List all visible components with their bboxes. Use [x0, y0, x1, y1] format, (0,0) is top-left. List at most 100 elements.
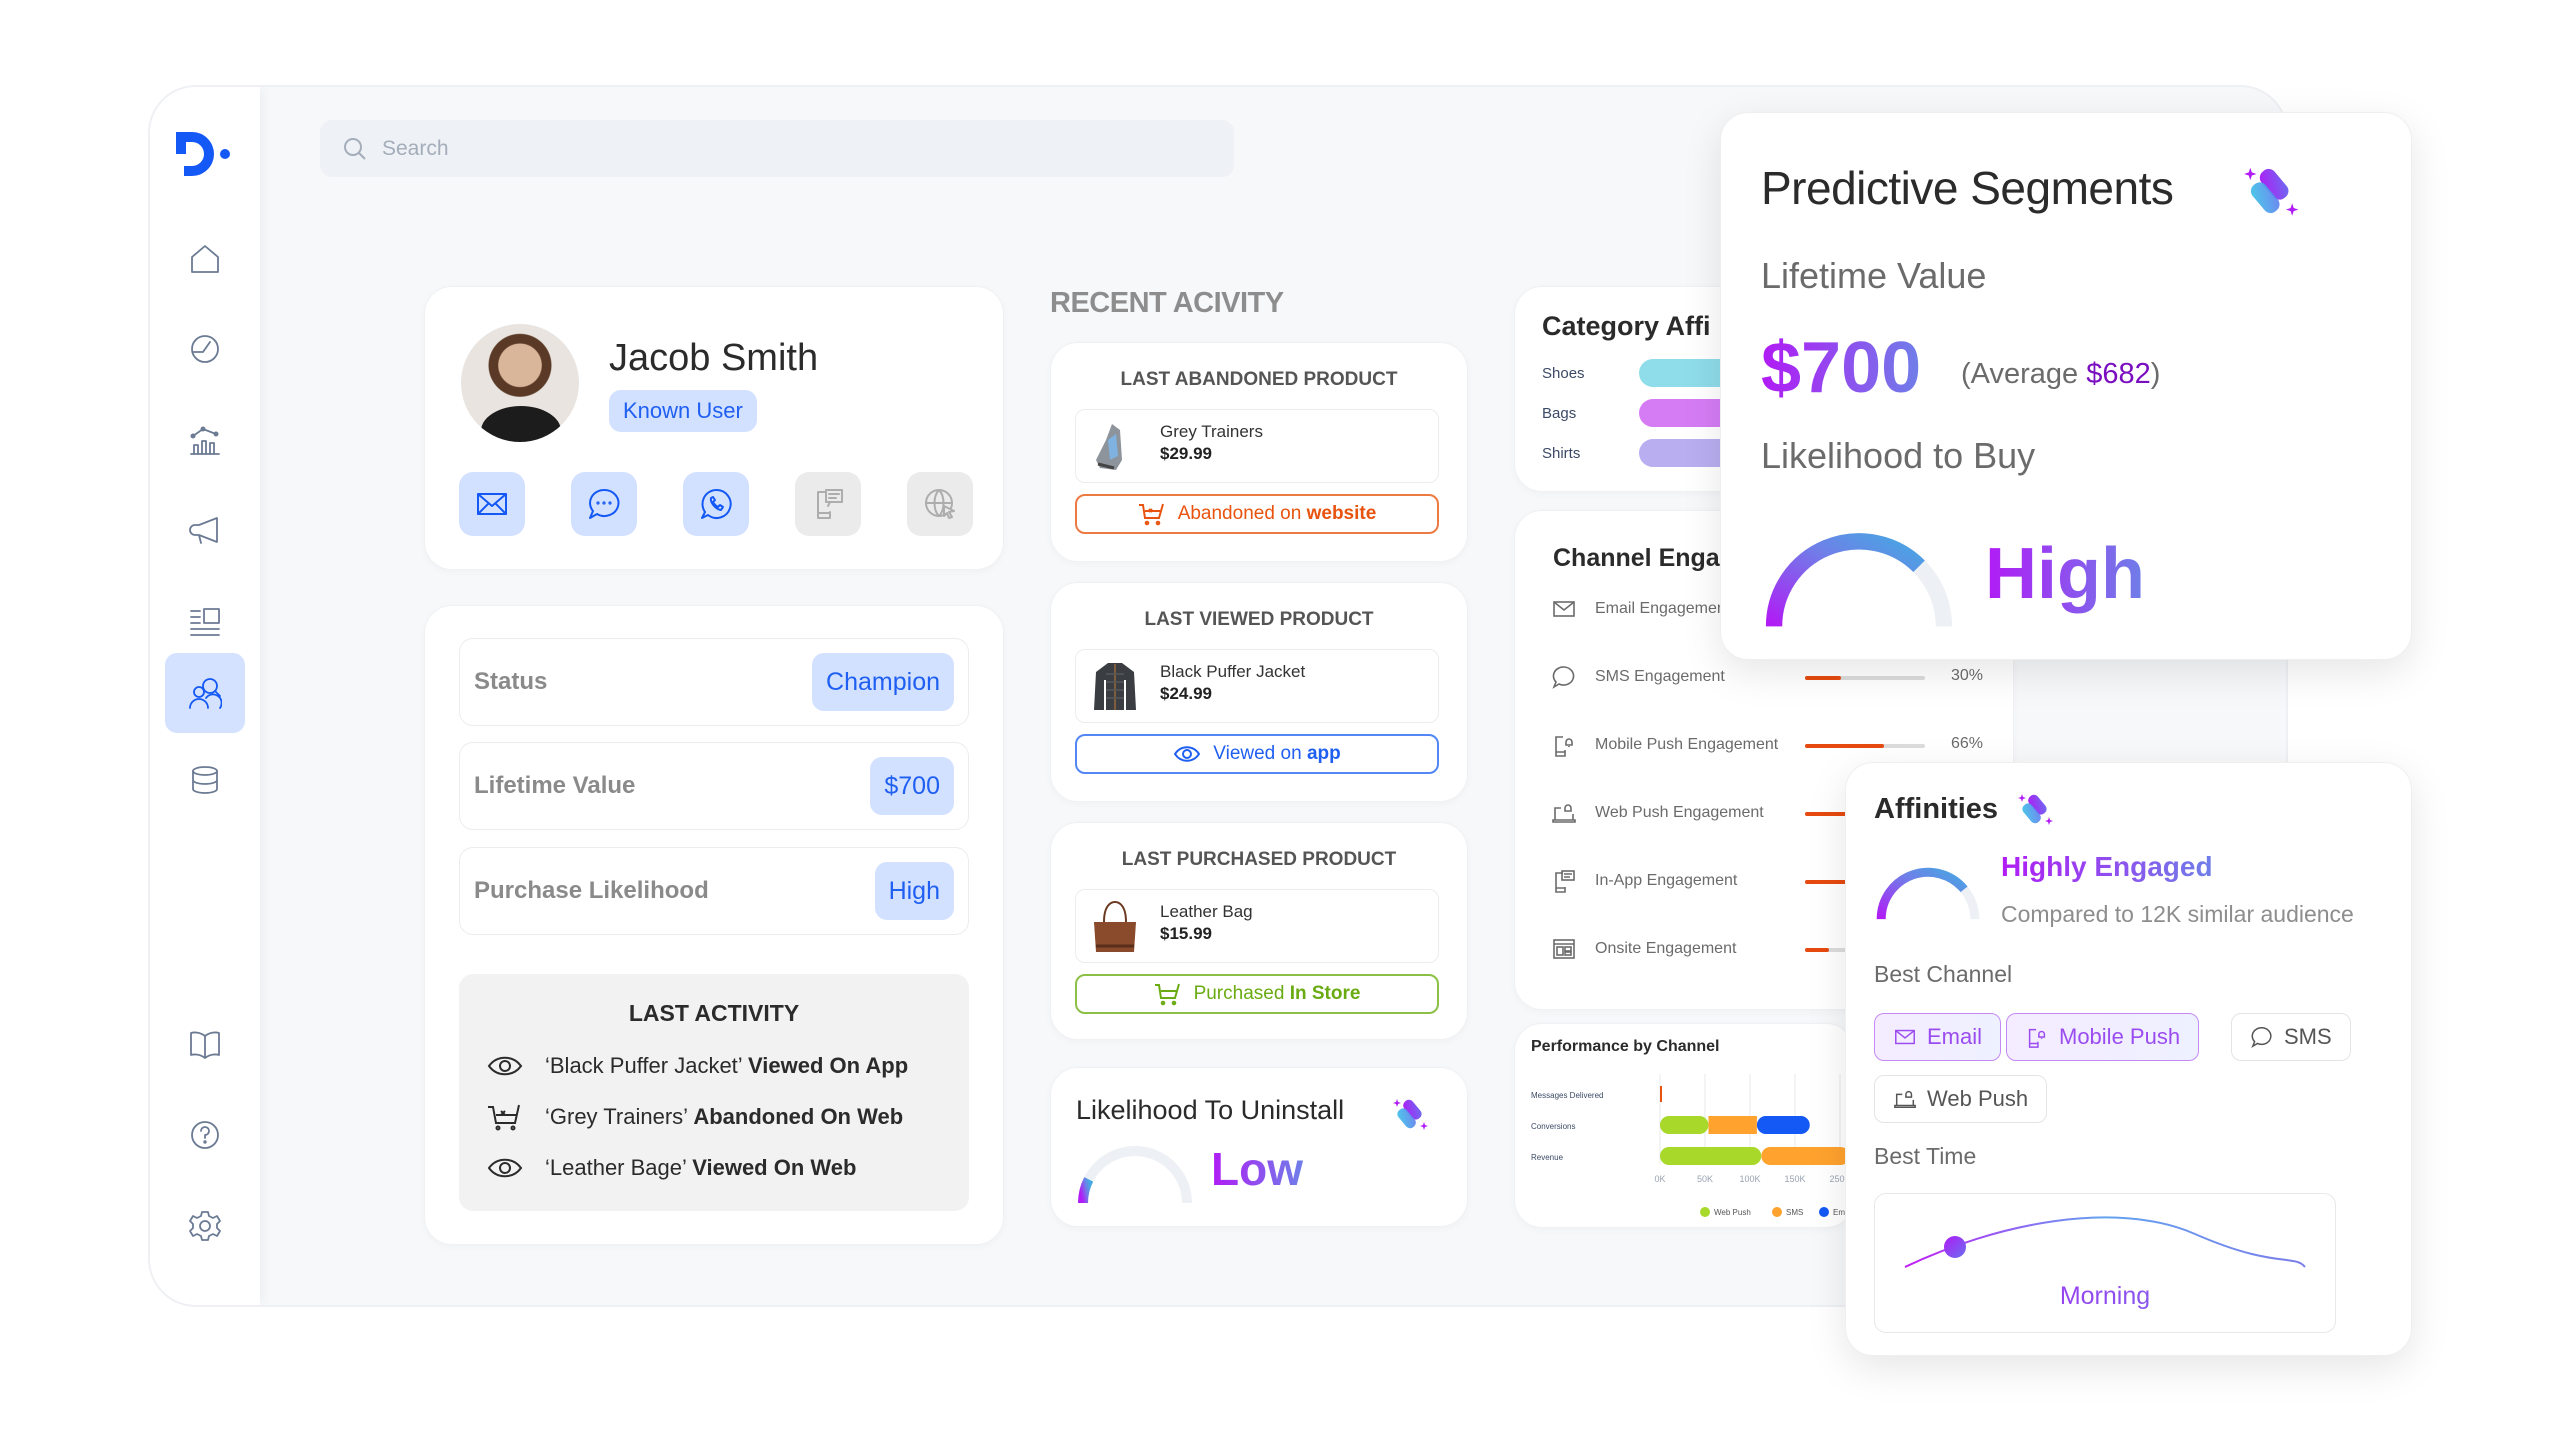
- sidebar-item-dashboard[interactable]: [165, 309, 245, 389]
- engagement-row: Mobile Push Engagement: [1551, 732, 1778, 758]
- sidebar-item-data[interactable]: [165, 740, 245, 820]
- sidebar-item-analytics[interactable]: [165, 400, 245, 480]
- sidebar-item-docs[interactable]: [165, 1005, 245, 1085]
- activity-item-name: ‘Black Puffer Jacket’: [545, 1053, 742, 1078]
- card-title: Channel Engag: [1553, 544, 1735, 572]
- engagement-row: Onsite Engagement: [1551, 936, 1736, 962]
- ai-sparkle-icon: [2241, 163, 2303, 224]
- tag-strong: app: [1306, 743, 1341, 764]
- category-label: Conversions: [1531, 1122, 1575, 1131]
- best-channel-chip[interactable]: Mobile Push: [2006, 1013, 2200, 1061]
- recent-activity-title: RECENT ACIVITY: [1050, 287, 1284, 319]
- logo-icon: [176, 132, 230, 176]
- best-time-marker[interactable]: [1944, 1236, 1966, 1258]
- product-row[interactable]: Leather Bag $15.99: [1075, 889, 1439, 963]
- in-app-icon: [1555, 870, 1575, 893]
- engagement-label: Email Engagemer: [1595, 600, 1723, 617]
- profile-card: Jacob Smith Known User: [424, 286, 1004, 570]
- best-channel-chip[interactable]: Web Push: [1874, 1075, 2048, 1123]
- legend-label: Web Push: [1714, 1208, 1751, 1217]
- summary-row-lifetime-value: Lifetime Value $700: [459, 742, 969, 830]
- best-channel-chip[interactable]: SMS: [2231, 1013, 2351, 1061]
- channel-sms-button[interactable]: [571, 472, 637, 536]
- search-icon: [344, 137, 366, 160]
- sidebar-item-help[interactable]: [165, 1095, 245, 1175]
- panel-title: Predictive Segments: [1761, 162, 2174, 214]
- bar-segment: [1660, 1086, 1662, 1102]
- x-tick-label: 150K: [1784, 1174, 1805, 1184]
- app-logo[interactable]: [174, 130, 234, 178]
- bar-segment: [1660, 1116, 1709, 1134]
- users-search-icon: [189, 678, 222, 709]
- chip-label: Email: [1927, 1024, 1983, 1049]
- sidebar-item-home[interactable]: [165, 219, 245, 299]
- help-icon: [191, 1121, 219, 1149]
- engagement-bar-fill: [1805, 744, 1885, 748]
- mobile-push-icon: [1555, 736, 1573, 757]
- channel-web-button[interactable]: [907, 472, 973, 536]
- sidebar-item-campaigns[interactable]: [165, 490, 245, 570]
- eye-icon: [487, 1056, 523, 1076]
- avatar[interactable]: [461, 324, 579, 442]
- sidebar-item-settings[interactable]: [165, 1186, 245, 1266]
- last-viewed-card: LAST VIEWED PRODUCT Black Puffer Jacket …: [1050, 582, 1468, 802]
- product-image-jacket: [1090, 660, 1140, 714]
- eye-icon: [487, 1158, 523, 1178]
- category-label: Bags: [1542, 405, 1577, 422]
- book-icon: [190, 1031, 220, 1059]
- product-price: $29.99: [1160, 444, 1212, 463]
- ltv-label: Lifetime Value: [1761, 255, 1987, 296]
- x-tick-label: 100K: [1739, 1174, 1760, 1184]
- product-row[interactable]: Black Puffer Jacket $24.99: [1075, 649, 1439, 723]
- web-push-icon: [1552, 804, 1576, 823]
- card-title: Category Affi: [1542, 311, 1711, 341]
- engagement-label: Web Push Engagement: [1595, 804, 1764, 821]
- bar-segment: [1756, 1116, 1810, 1134]
- engagement-row: Web Push Engagement: [1551, 800, 1764, 826]
- activity-action: Viewed On Web: [692, 1155, 857, 1180]
- gauge-fill: [1876, 867, 1968, 920]
- engagement-percent: 30%: [1951, 667, 1984, 684]
- summary-value: $700: [870, 757, 954, 815]
- best-channel-chip[interactable]: Email: [1874, 1013, 2002, 1061]
- activity-action: Viewed On App: [748, 1053, 909, 1078]
- bar-segment: [1708, 1116, 1757, 1134]
- engagement-label: Onsite Engagement: [1595, 940, 1737, 957]
- abandoned-status-tag[interactable]: Abandoned on website: [1075, 494, 1439, 534]
- gauge-track: [1765, 533, 1953, 627]
- summary-row-purchase-likelihood: Purchase Likelihood High: [459, 847, 969, 935]
- ltv-value: $700: [1761, 328, 1922, 408]
- engagement-row: SMS Engagement: [1551, 664, 1725, 690]
- card-title: LAST VIEWED PRODUCT: [1144, 609, 1374, 630]
- product-price: $15.99: [1160, 924, 1212, 943]
- last-activity-title: LAST ACTIVITY: [628, 1000, 800, 1026]
- web-push-icon: [1894, 1090, 1916, 1109]
- avg-prefix: (Average: [1961, 358, 2087, 390]
- channel-in-app-button[interactable]: [795, 472, 861, 536]
- ai-sparkle-icon: [2016, 791, 2056, 832]
- chat-icon: [1552, 666, 1575, 689]
- engagement-bar-fill: [1805, 948, 1829, 952]
- engagement-row: In-App Engagement: [1551, 868, 1737, 894]
- ltv-average: (Average $682): [1961, 358, 2160, 391]
- megaphone-icon: [189, 517, 218, 544]
- tag-strong: website: [1306, 503, 1377, 524]
- summary-label: Purchase Likelihood: [474, 877, 709, 904]
- product-row[interactable]: Grey Trainers $29.99: [1075, 409, 1439, 483]
- profile-name: Jacob Smith: [609, 337, 819, 379]
- best-time-chart: Morning: [1874, 1193, 2336, 1333]
- channel-whatsapp-button[interactable]: [683, 472, 749, 536]
- sidebar-item-content[interactable]: [165, 581, 245, 661]
- sidebar-item-audience[interactable]: [165, 653, 245, 733]
- search-input[interactable]: Search: [320, 120, 1234, 177]
- channel-email-button[interactable]: [459, 472, 525, 536]
- last-abandoned-card: LAST ABANDONED PRODUCT Grey Trainers $29…: [1050, 342, 1468, 562]
- purchased-status-tag[interactable]: Purchased In Store: [1075, 974, 1439, 1014]
- engagement-row: Email Engagemer: [1551, 596, 1722, 622]
- viewed-status-tag[interactable]: Viewed on app: [1075, 734, 1439, 774]
- activity-action: Abandoned On Web: [693, 1104, 904, 1129]
- x-tick-label: 0K: [1654, 1174, 1665, 1184]
- chip-label: Mobile Push: [2059, 1024, 2181, 1049]
- x-tick-label: 50K: [1697, 1174, 1713, 1184]
- mail-icon: [1553, 601, 1575, 617]
